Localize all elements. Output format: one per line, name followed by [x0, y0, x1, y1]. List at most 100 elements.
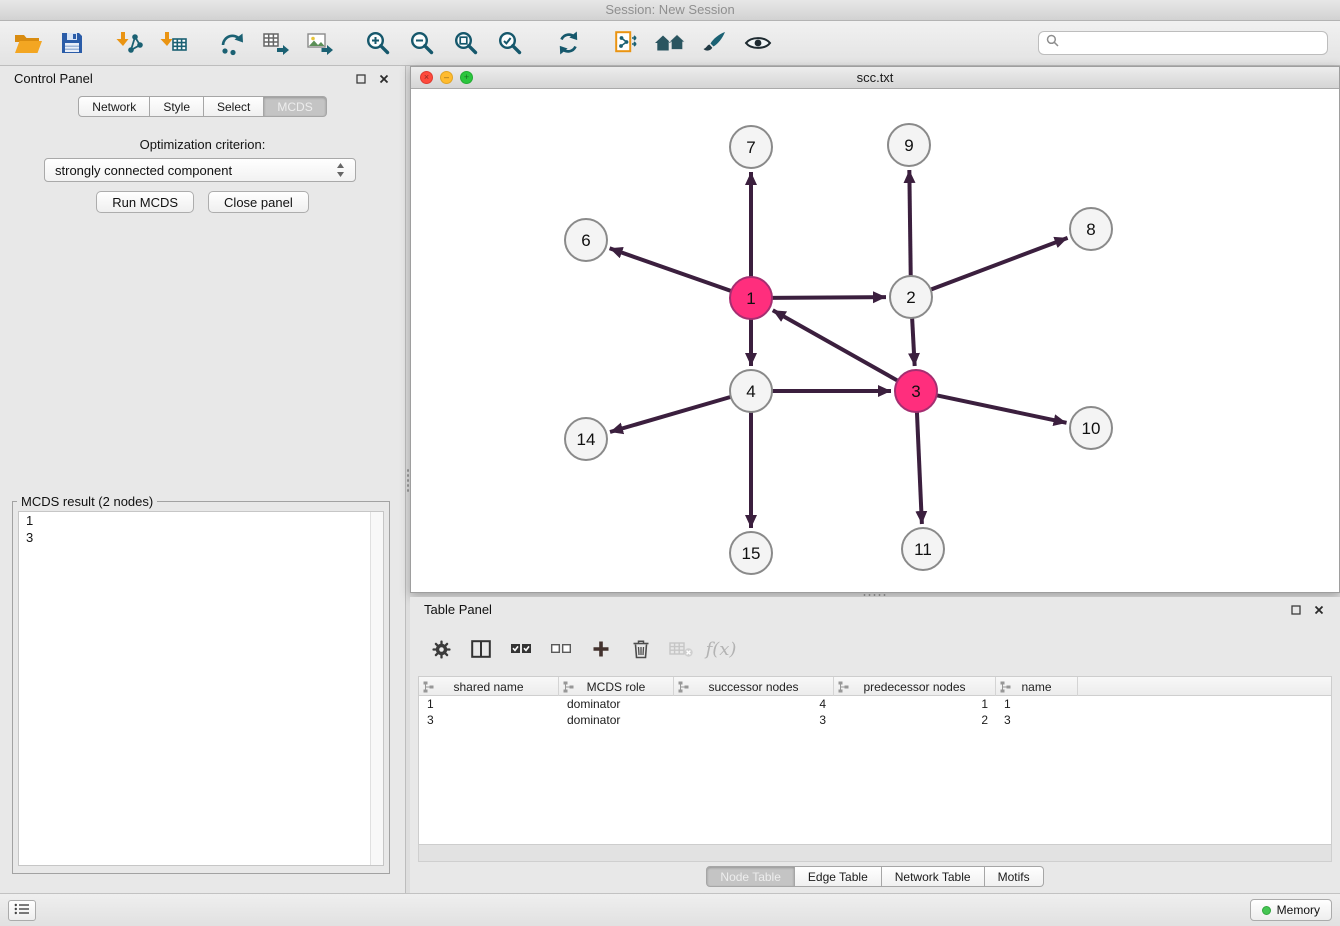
- node-label: 6: [581, 231, 590, 250]
- mcds-result-list[interactable]: 13: [18, 511, 384, 866]
- node-7[interactable]: 7: [730, 126, 772, 168]
- toolbar-group: [362, 27, 526, 59]
- tab-mcds[interactable]: MCDS: [264, 96, 326, 117]
- table-cell[interactable]: 4: [674, 696, 834, 712]
- node-3[interactable]: 3: [895, 370, 937, 412]
- eye-icon[interactable]: [742, 27, 774, 59]
- memory-button[interactable]: Memory: [1250, 899, 1332, 921]
- node-15[interactable]: 15: [730, 532, 772, 574]
- zoom-in-icon[interactable]: [362, 27, 394, 59]
- edge-2-3[interactable]: [912, 318, 915, 366]
- edge-3-10[interactable]: [937, 395, 1067, 422]
- paintbrush-icon[interactable]: [698, 27, 730, 59]
- edge-3-1[interactable]: [773, 310, 898, 380]
- home-icon[interactable]: [654, 27, 686, 59]
- column-header-successor-nodes[interactable]: successor nodes: [674, 677, 834, 696]
- network-window-title: scc.txt: [411, 70, 1339, 85]
- network-graph[interactable]: 7 9 6 8 1 2 4 3 14 10 15 11: [411, 89, 1339, 592]
- node-8[interactable]: 8: [1070, 208, 1112, 250]
- network-canvas[interactable]: 7 9 6 8 1 2 4 3 14 10 15 11: [411, 89, 1339, 592]
- table-cell[interactable]: 3: [996, 712, 1078, 728]
- node-10[interactable]: 10: [1070, 407, 1112, 449]
- columns-icon[interactable]: [466, 635, 496, 663]
- add-row-icon[interactable]: [586, 635, 616, 663]
- node-11[interactable]: 11: [902, 528, 944, 570]
- zoom-out-icon[interactable]: [406, 27, 438, 59]
- table-cell[interactable]: dominator: [559, 696, 674, 712]
- table-row[interactable]: 1dominator411: [419, 696, 1331, 712]
- mcds-result-item[interactable]: 1: [19, 512, 383, 529]
- node-label: 4: [746, 382, 755, 401]
- criterion-dropdown[interactable]: strongly connected component: [44, 158, 356, 182]
- result-scrollbar[interactable]: [370, 512, 383, 865]
- table-cell[interactable]: 3: [419, 712, 559, 728]
- column-header-label: predecessor nodes: [863, 680, 965, 694]
- close-panel-icon[interactable]: [1312, 603, 1326, 617]
- zoom-window-icon[interactable]: +: [460, 71, 473, 84]
- import-table-icon[interactable]: [158, 27, 190, 59]
- zoom-fit-icon[interactable]: [450, 27, 482, 59]
- mcds-result-groupbox: MCDS result (2 nodes) 13: [12, 494, 390, 874]
- close-window-icon[interactable]: ×: [420, 71, 433, 84]
- table-panel-title: Table Panel: [424, 602, 492, 617]
- edge-1-2[interactable]: [772, 297, 886, 298]
- table-row[interactable]: 3dominator323: [419, 712, 1331, 728]
- tab-network-table[interactable]: Network Table: [882, 866, 985, 887]
- gear-icon[interactable]: [426, 635, 456, 663]
- import-network-icon[interactable]: [114, 27, 146, 59]
- column-header-predecessor-nodes[interactable]: predecessor nodes: [834, 677, 996, 696]
- table-cell[interactable]: 1: [996, 696, 1078, 712]
- search-box[interactable]: [1038, 31, 1328, 55]
- save-session-icon[interactable]: [56, 27, 88, 59]
- run-mcds-button[interactable]: Run MCDS: [96, 191, 194, 213]
- tab-edge-table[interactable]: Edge Table: [795, 866, 882, 887]
- clone-network-icon[interactable]: [610, 27, 642, 59]
- tab-network[interactable]: Network: [78, 96, 150, 117]
- table-cell[interactable]: 3: [674, 712, 834, 728]
- edge-2-9[interactable]: [909, 170, 910, 276]
- tab-select[interactable]: Select: [204, 96, 264, 117]
- node-14[interactable]: 14: [565, 418, 607, 460]
- clear-selection-icon[interactable]: [546, 635, 576, 663]
- tab-style[interactable]: Style: [150, 96, 204, 117]
- table-cell[interactable]: 2: [834, 712, 996, 728]
- table-cell[interactable]: 1: [419, 696, 559, 712]
- table-cell[interactable]: 1: [834, 696, 996, 712]
- table-horizontal-scrollbar[interactable]: [418, 845, 1332, 862]
- edge-4-14[interactable]: [610, 397, 731, 432]
- column-header-MCDS-role[interactable]: MCDS role: [559, 677, 674, 696]
- export-table-icon[interactable]: [260, 27, 292, 59]
- zoom-selected-icon[interactable]: [494, 27, 526, 59]
- function-label: f(x): [706, 639, 737, 660]
- open-session-icon[interactable]: [12, 27, 44, 59]
- minimize-window-icon[interactable]: –: [440, 71, 453, 84]
- refresh-icon[interactable]: [552, 27, 584, 59]
- close-panel-button[interactable]: Close panel: [208, 191, 309, 213]
- new-network-icon[interactable]: [216, 27, 248, 59]
- node-label: 8: [1086, 220, 1095, 239]
- column-header-shared-name[interactable]: shared name: [419, 677, 559, 696]
- export-image-icon[interactable]: [304, 27, 336, 59]
- mcds-result-item[interactable]: 3: [19, 529, 383, 546]
- node-6[interactable]: 6: [565, 219, 607, 261]
- node-2[interactable]: 2: [890, 276, 932, 318]
- table-cell[interactable]: dominator: [559, 712, 674, 728]
- node-4[interactable]: 4: [730, 370, 772, 412]
- edge-1-6[interactable]: [610, 248, 732, 291]
- task-history-button[interactable]: [8, 900, 36, 921]
- float-panel-icon[interactable]: [354, 72, 368, 86]
- node-1[interactable]: 1: [730, 277, 772, 319]
- network-window-titlebar[interactable]: scc.txt × – +: [411, 67, 1339, 89]
- node-9[interactable]: 9: [888, 124, 930, 166]
- float-panel-icon[interactable]: [1289, 603, 1303, 617]
- edge-2-8[interactable]: [931, 238, 1068, 290]
- column-type-icon: [563, 681, 574, 696]
- tab-motifs[interactable]: Motifs: [985, 866, 1044, 887]
- tab-node-table[interactable]: Node Table: [706, 866, 795, 887]
- search-input[interactable]: [1064, 36, 1320, 50]
- select-all-icon[interactable]: [506, 635, 536, 663]
- close-panel-icon[interactable]: [377, 72, 391, 86]
- column-header-name[interactable]: name: [996, 677, 1078, 696]
- edge-3-11[interactable]: [917, 412, 922, 524]
- delete-row-icon[interactable]: [626, 635, 656, 663]
